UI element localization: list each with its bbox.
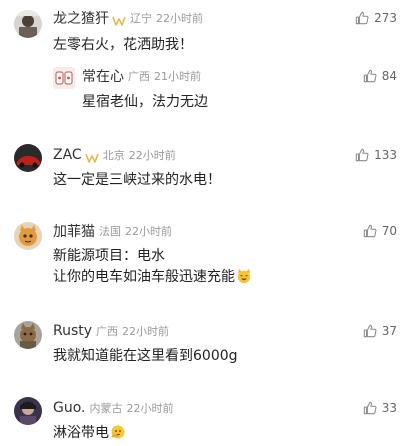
comment-item: 加菲猫 法国 22小时前 70 新能源项目：电水 让你的电车如油车般迅速充能: [0, 215, 407, 305]
like-button[interactable]: 273: [355, 9, 397, 27]
comment-text-row: 淋浴带电: [53, 423, 126, 446]
username[interactable]: ZAC: [53, 147, 82, 163]
avatar[interactable]: [14, 222, 42, 250]
username[interactable]: 常在心: [82, 66, 124, 86]
like-button[interactable]: 37: [363, 322, 397, 340]
comment-item: Rusty 广西 22小时前 37 我就知道能在这里看到6000g: [0, 315, 407, 375]
like-button[interactable]: 84: [363, 67, 397, 85]
timestamp: 22小时前: [125, 225, 172, 238]
comment-item: Guo. 内蒙古 22小时前 33 淋浴带电: [0, 390, 407, 446]
reply-item: 常在心 广西 21小时前 84 星宿老仙，法力无边: [0, 60, 407, 115]
username[interactable]: Rusty: [53, 323, 92, 339]
like-count: 133: [374, 148, 397, 162]
avatar[interactable]: [53, 67, 75, 89]
timestamp: 21小时前: [154, 70, 201, 83]
thinking-face-emoji: [110, 424, 126, 446]
like-button[interactable]: 133: [355, 146, 397, 164]
avatar[interactable]: [14, 397, 42, 425]
comment-meta: ZAC 北京 22小时前: [53, 146, 176, 164]
comment-item: ZAC 北京 22小时前 133 这一定是三峡过来的水电！: [0, 140, 407, 200]
like-count: 37: [381, 324, 397, 338]
vip-badge-icon: [84, 149, 99, 163]
avatar[interactable]: [14, 10, 42, 38]
comment-item: 龙之猹犴 辽宁 22小时前 273 左零右火，花洒助我！: [0, 0, 407, 60]
avatar[interactable]: [14, 144, 42, 172]
like-count: 33: [381, 401, 397, 415]
comment-text: 淋浴带电: [53, 425, 109, 441]
like-button[interactable]: 33: [363, 399, 397, 417]
comment-meta: Guo. 内蒙古 22小时前: [53, 399, 174, 417]
comment-text-line1: 新能源项目：电水: [53, 248, 165, 264]
username[interactable]: 加菲猫: [53, 221, 95, 241]
location: 法国: [99, 225, 121, 238]
comment-text-line2-content: 让你的电车如油车般迅速充能: [53, 269, 235, 285]
grinning-cat-emoji: [236, 268, 252, 290]
location: 内蒙古: [89, 402, 123, 415]
vip-badge-icon: [112, 12, 126, 26]
like-count: 70: [381, 224, 397, 238]
like-count: 84: [381, 69, 397, 83]
comment-meta: Rusty 广西 22小时前: [53, 322, 169, 340]
thumbs-up-icon: [363, 224, 377, 238]
comment-list: 龙之猹犴 辽宁 22小时前 273 左零右火，花洒助我！ 常在心 广西 21小时…: [0, 0, 407, 446]
thumbs-up-icon: [363, 324, 377, 338]
location: 辽宁: [130, 12, 152, 25]
comment-text: 这一定是三峡过来的水电！: [53, 172, 221, 188]
username[interactable]: 龙之猹犴: [53, 8, 109, 28]
comment-text: 左零右火，花洒助我！: [53, 37, 193, 53]
timestamp: 22小时前: [122, 325, 170, 338]
location: 广西: [96, 325, 119, 338]
avatar[interactable]: [14, 321, 42, 349]
comment-meta: 加菲猫 法国 22小时前: [53, 222, 172, 240]
comment-meta: 龙之猹犴 辽宁 22小时前: [53, 9, 203, 27]
comment-text-line2: 让你的电车如油车般迅速充能: [53, 267, 252, 290]
thumbs-up-icon: [355, 148, 369, 162]
timestamp: 22小时前: [128, 149, 176, 162]
thumbs-up-icon: [363, 401, 377, 415]
comment-meta: 常在心 广西 21小时前: [82, 67, 201, 85]
location: 北京: [102, 149, 125, 162]
comment-text: 我就知道能在这里看到6000g: [53, 348, 238, 364]
timestamp: 22小时前: [156, 12, 203, 25]
comment-text: 星宿老仙，法力无边: [82, 94, 208, 110]
username[interactable]: Guo.: [53, 400, 86, 416]
thumbs-up-icon: [363, 69, 377, 83]
thumbs-up-icon: [355, 11, 369, 25]
like-button[interactable]: 70: [363, 222, 397, 240]
timestamp: 22小时前: [126, 402, 174, 415]
location: 广西: [128, 70, 150, 83]
like-count: 273: [374, 11, 397, 25]
